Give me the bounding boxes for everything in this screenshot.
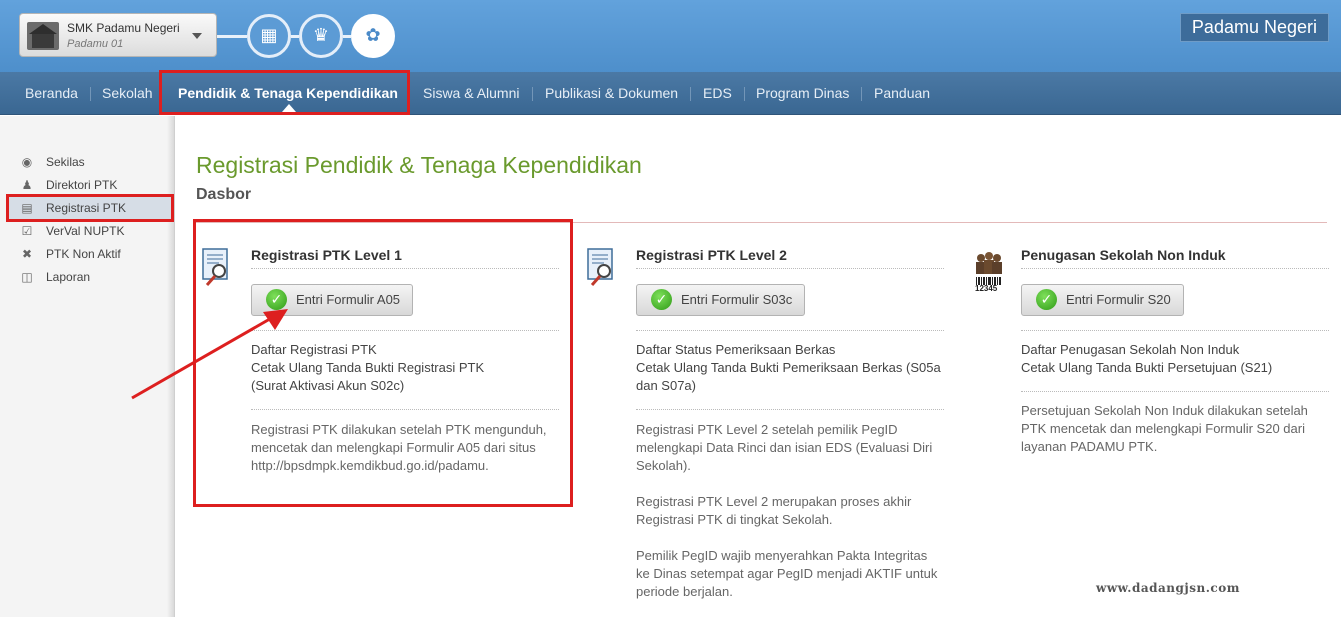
id-card-icon: ▤ xyxy=(21,201,33,215)
sidebar-item-label: VerVal NUPTK xyxy=(46,224,125,238)
magnify-document-icon xyxy=(202,248,228,286)
card-divider xyxy=(251,268,559,269)
nav-eds[interactable]: EDS xyxy=(703,72,732,115)
button-label: Entri Formulir S20 xyxy=(1066,292,1171,307)
entri-formulir-s03c-button[interactable]: ✓ Entri Formulir S03c xyxy=(636,284,806,316)
card-description: Persetujuan Sekolah Non Induk dilakukan … xyxy=(1021,403,1308,454)
card-divider xyxy=(636,409,944,410)
card-divider xyxy=(1021,330,1329,331)
link-cetak-ulang-pemeriksaan-cont[interactable]: dan S07a) xyxy=(636,377,696,395)
sidebar-item-registrasi-ptk[interactable]: ▤ Registrasi PTK xyxy=(8,197,171,219)
button-label: Entri Formulir A05 xyxy=(296,292,401,307)
nav-program-dinas[interactable]: Program Dinas xyxy=(756,72,849,115)
school-selector[interactable]: SMK Padamu Negeri Padamu 01 xyxy=(19,13,217,57)
check-circle-icon: ✓ xyxy=(651,288,672,310)
card-divider xyxy=(251,409,559,410)
nav-beranda[interactable]: Beranda xyxy=(25,72,78,115)
school-subtitle: Padamu 01 xyxy=(67,38,124,50)
sidebar-item-ptk-non-aktif[interactable]: ✖ PTK Non Aktif xyxy=(8,243,171,265)
card-title: Penugasan Sekolah Non Induk xyxy=(1021,247,1226,263)
link-cetak-ulang-persetujuan[interactable]: Cetak Ulang Tanda Bukti Persetujuan (S21… xyxy=(1021,359,1272,377)
chevron-down-icon xyxy=(192,33,202,39)
school-name: SMK Padamu Negeri xyxy=(67,21,180,35)
school-building-icon xyxy=(27,22,59,50)
card-divider xyxy=(636,268,944,269)
clipboard-check-icon: ☑ xyxy=(21,224,33,238)
sidebar-item-label: PTK Non Aktif xyxy=(46,247,121,261)
card-divider xyxy=(636,330,944,331)
step-badge-icon[interactable]: ✿ xyxy=(351,14,395,58)
check-circle-icon: ✓ xyxy=(1036,288,1057,310)
step-connector xyxy=(343,35,351,38)
page-title: Registrasi Pendidik & Tenaga Kependidika… xyxy=(196,152,642,178)
person-icon: ♟ xyxy=(21,178,33,192)
nav-publikasi[interactable]: Publikasi & Dokumen xyxy=(545,72,678,115)
annotation-arrow xyxy=(131,309,288,400)
button-label: Entri Formulir S03c xyxy=(681,292,793,307)
card-divider xyxy=(1021,391,1329,392)
sidebar-item-verval-nuptk[interactable]: ☑ VerVal NUPTK xyxy=(8,220,171,242)
top-header: SMK Padamu Negeri Padamu 01 ▦ ♛ ✿ Padamu… xyxy=(0,0,1341,72)
entri-formulir-s20-button[interactable]: ✓ Entri Formulir S20 xyxy=(1021,284,1184,316)
nav-separator xyxy=(690,87,691,101)
nav-separator xyxy=(532,87,533,101)
step-crown-icon[interactable]: ♛ xyxy=(299,14,343,58)
card-description: Registrasi PTK Level 2 setelah pemilik P… xyxy=(636,422,938,599)
info-icon: ◉ xyxy=(21,155,33,169)
link-daftar-status[interactable]: Daftar Status Pemeriksaan Berkas xyxy=(636,341,835,359)
watermark: www.dadangjsn.com xyxy=(1096,581,1240,595)
sidebar-item-label: Registrasi PTK xyxy=(46,201,127,215)
magnify-document-icon xyxy=(587,248,613,286)
nav-separator xyxy=(744,87,745,101)
card-divider xyxy=(1021,268,1329,269)
cross-icon: ✖ xyxy=(21,247,33,261)
link-cetak-ulang-pemeriksaan[interactable]: Cetak Ulang Tanda Bukti Pemeriksaan Berk… xyxy=(636,359,941,377)
sidebar-item-direktori-ptk[interactable]: ♟ Direktori PTK xyxy=(8,174,171,196)
nav-panduan[interactable]: Panduan xyxy=(874,72,930,115)
sidebar-item-label: Laporan xyxy=(46,270,91,284)
sidebar-item-sekilas[interactable]: ◉ Sekilas xyxy=(8,151,171,173)
nav-separator xyxy=(861,87,862,101)
card-title: Registrasi PTK Level 2 xyxy=(636,247,787,263)
section-divider xyxy=(196,222,1327,223)
step-connector xyxy=(291,35,299,38)
step-connector xyxy=(217,35,247,38)
brand-title[interactable]: Padamu Negeri xyxy=(1179,13,1329,42)
section-title: Dasbor xyxy=(196,186,252,203)
sidebar-item-label: Sekilas xyxy=(46,155,85,169)
card-title: Registrasi PTK Level 1 xyxy=(251,247,402,263)
barcode-caption: 12345 xyxy=(975,284,998,293)
card-description: Registrasi PTK dilakukan setelah PTK men… xyxy=(251,422,547,473)
document-icon: ◫ xyxy=(21,270,33,284)
sidebar-item-label: Direktori PTK xyxy=(46,178,118,192)
nav-separator xyxy=(90,87,91,101)
link-daftar-penugasan[interactable]: Daftar Penugasan Sekolah Non Induk xyxy=(1021,341,1239,359)
main-nav: Beranda Sekolah Pendidik & Tenaga Kepend… xyxy=(0,72,1341,115)
step-building-icon[interactable]: ▦ xyxy=(247,14,291,58)
nav-active-pointer xyxy=(282,104,296,112)
nav-siswa[interactable]: Siswa & Alumni xyxy=(423,72,519,115)
sidebar-item-laporan[interactable]: ◫ Laporan xyxy=(8,266,171,288)
nav-sekolah[interactable]: Sekolah xyxy=(102,72,153,115)
